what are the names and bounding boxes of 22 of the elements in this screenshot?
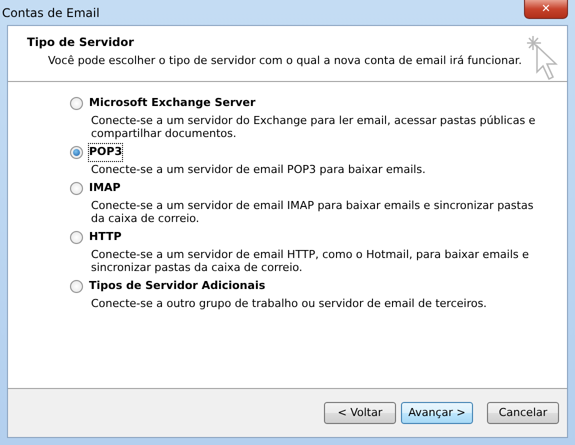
close-button[interactable]: ✕ (524, 0, 568, 19)
option-description: Conecte-se a um servidor do Exchange para ler email, acessar pastas públicas e compartilhar documentos. (90, 114, 536, 140)
option-label[interactable]: Tipos de Servidor Adicionais (89, 278, 266, 295)
dialog-button[interactable]: < Voltar (324, 402, 396, 424)
option-description: Conecte-se a um servidor de email HTTP, como o Hotmail, para baixar emails e sincronizar pastas da caixa de correio. (90, 248, 530, 274)
radio-button[interactable] (70, 231, 83, 244)
radio-button[interactable] (70, 280, 83, 293)
option-label[interactable]: HTTP (89, 229, 122, 246)
dialog-button[interactable]: Avançar > (401, 402, 473, 424)
option-description: Conecte-se a um servidor de email IMAP para baixar emails e sincronizar pastas da caixa de correio. (90, 199, 534, 225)
radio-button[interactable] (70, 97, 83, 110)
radio-button[interactable] (70, 146, 83, 159)
window-title: Contas de Email (2, 4, 100, 22)
option-label[interactable]: Microsoft Exchange Server (89, 95, 256, 112)
option-label[interactable]: POP3 (89, 144, 122, 161)
option-description: Conecte-se a um servidor de email POP3 para baixar emails. (90, 163, 427, 176)
header-title: Tipo de Servidor (27, 34, 135, 51)
dialog-button[interactable]: Cancelar (487, 402, 559, 424)
option-label[interactable]: IMAP (89, 180, 121, 197)
header-subtitle: Você pode escolher o tipo de servidor com o qual a nova conta de email irá funcionar. (47, 53, 522, 70)
option-description: Conecte-se a outro grupo de trabalho ou servidor de email de terceiros. (90, 297, 488, 310)
radio-button[interactable] (70, 182, 83, 195)
